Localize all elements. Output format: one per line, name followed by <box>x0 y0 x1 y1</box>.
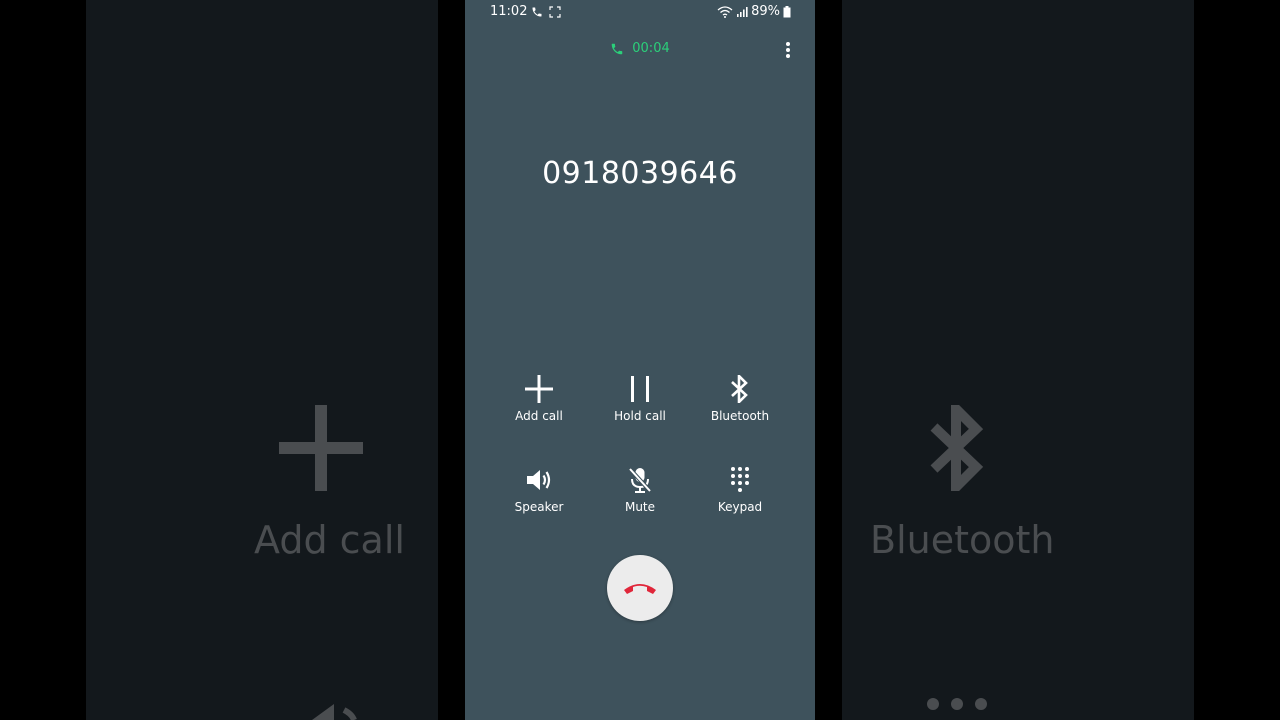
status-bar: 11:02 89% <box>465 4 815 22</box>
add-icon <box>279 405 363 491</box>
call-active-icon <box>612 43 623 54</box>
bluetooth-icon <box>930 405 984 491</box>
call-duration: 00:04 <box>632 41 670 56</box>
keypad-button[interactable]: Keypad <box>690 462 790 514</box>
hold-call-button[interactable]: Hold call <box>590 371 690 423</box>
speaker-icon <box>312 704 357 720</box>
mute-button[interactable]: Mute <box>590 462 690 514</box>
add-icon <box>525 375 553 403</box>
caller-number: 0918039646 <box>542 156 738 191</box>
background-bluetooth-label: Bluetooth <box>870 518 1055 562</box>
mute-label: Mute <box>624 500 656 514</box>
call-timer: 00:04 <box>465 41 815 56</box>
background-right-panel: Bluetooth <box>842 0 1194 720</box>
screenshot-icon <box>549 6 561 18</box>
pause-icon <box>631 376 649 402</box>
add-call-label: Add call <box>515 409 563 423</box>
wifi-icon <box>717 5 733 18</box>
keypad-label: Keypad <box>717 500 763 514</box>
bluetooth-label: Bluetooth <box>710 409 770 423</box>
mic-off-icon <box>628 467 652 493</box>
end-call-button[interactable] <box>607 555 673 621</box>
hang-up-icon <box>624 584 656 594</box>
status-time: 11:02 <box>490 4 528 19</box>
call-status-icon <box>532 7 542 17</box>
bluetooth-icon <box>731 375 748 403</box>
in-call-screen: 11:02 89% 00:04 0918039646 Add call Hold… <box>465 0 815 720</box>
battery-icon <box>783 5 791 17</box>
more-options-icon[interactable] <box>785 41 791 59</box>
battery-percent: 89% <box>751 4 780 19</box>
speaker-icon <box>527 470 551 490</box>
add-call-button[interactable]: Add call <box>489 371 589 423</box>
keypad-icon <box>731 467 749 492</box>
signal-icon <box>737 6 748 17</box>
speaker-button[interactable]: Speaker <box>489 462 589 514</box>
background-left-panel: Add call <box>86 0 438 720</box>
status-right-group: 89% <box>717 4 791 19</box>
keypad-dots-icon <box>927 698 987 710</box>
bluetooth-button[interactable]: Bluetooth <box>690 371 790 423</box>
hold-call-label: Hold call <box>614 409 666 423</box>
speaker-label: Speaker <box>514 500 564 514</box>
background-add-call-label: Add call <box>254 518 405 562</box>
